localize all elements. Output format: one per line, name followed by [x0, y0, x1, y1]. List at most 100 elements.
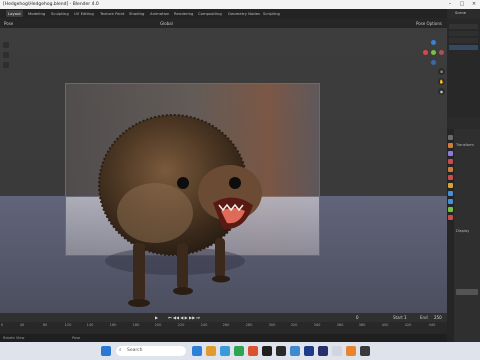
taskbar-app-icon[interactable] [262, 346, 272, 356]
render-tab-icon[interactable] [448, 143, 453, 148]
tab-animation[interactable]: Animation [148, 10, 171, 17]
taskbar-app-icon[interactable] [318, 346, 328, 356]
view-layer-tab-icon[interactable] [448, 159, 453, 164]
tab-geometry-nodes[interactable]: Geometry Nodes [226, 10, 262, 17]
status-center-text: Pose [72, 336, 81, 340]
status-left-text: Rotate View [3, 336, 25, 340]
taskbar-app-icon[interactable] [234, 346, 244, 356]
tab-uv-editing[interactable]: UV Editing [72, 10, 96, 17]
tab-rendering[interactable]: Rendering [172, 10, 195, 17]
scene-tab-icon[interactable] [448, 167, 453, 172]
viewport-header: Pose Global Pose Options [0, 18, 447, 28]
play-icon[interactable]: ▶ [155, 315, 158, 320]
ruler-tick: 420 [404, 323, 412, 327]
ruler-tick: 380 [358, 323, 366, 327]
ruler-tick: 40 [19, 323, 25, 327]
workspace-bar: Layout Modeling Sculpting UV Editing Tex… [0, 9, 480, 18]
timeline-editor[interactable]: ▶ ⏮ ◀◀ ◀ ▶ ▶▶ ⏭ 0 Start 1 End 250 0 40 8… [0, 313, 447, 334]
outliner-row[interactable] [449, 24, 478, 29]
physics-tab-icon[interactable] [448, 199, 453, 204]
end-label: End [420, 315, 428, 320]
taskbar-app-icon[interactable] [332, 346, 342, 356]
ruler-tick: 120 [64, 323, 72, 327]
windows-start-icon[interactable] [101, 346, 111, 356]
pose-options-button[interactable]: Pose Options [416, 21, 442, 26]
properties-tabs [447, 129, 454, 342]
playback-controls[interactable]: ⏮ ◀◀ ◀ ▶ ▶▶ ⏭ [168, 315, 200, 320]
tab-shading[interactable]: Shading [127, 10, 146, 17]
taskbar-app-icon[interactable] [192, 346, 202, 356]
start-frame-field[interactable]: 1 [404, 315, 407, 320]
scene-label[interactable]: Scene [455, 11, 466, 15]
orientation-dropdown[interactable]: Global [160, 21, 173, 26]
outliner-row[interactable] [449, 31, 478, 36]
select-tool-icon[interactable] [3, 42, 9, 48]
taskbar-search[interactable]: ⌕ Search [116, 346, 186, 356]
tab-texture-paint[interactable]: Texture Paint [98, 10, 127, 17]
y-axis-icon[interactable] [431, 50, 436, 55]
cursor-tool-icon[interactable] [3, 52, 9, 58]
tab-layout[interactable]: Layout [6, 10, 23, 17]
close-icon[interactable]: × [468, 0, 480, 9]
3d-viewport[interactable]: ⊕ ✋ ◉ [0, 28, 447, 313]
hedgehog-model[interactable] [95, 93, 275, 313]
ruler-tick: 300 [268, 323, 276, 327]
ruler-tick: 360 [336, 323, 344, 327]
search-placeholder: Search [127, 348, 143, 353]
ruler-tick: 80 [42, 323, 48, 327]
window-titlebar: [Hedgehog\Hedgehog.blend] - Blender 4.0 [0, 0, 480, 9]
outliner-row[interactable] [449, 38, 478, 43]
properties-section-label[interactable]: Display [456, 229, 469, 233]
timeline-ruler[interactable]: 0 40 80 120 140 160 180 200 220 240 260 … [0, 323, 447, 329]
taskbar-app-icon[interactable] [206, 346, 216, 356]
navigation-gizmo[interactable] [421, 40, 445, 66]
ruler-tick: 160 [109, 323, 117, 327]
hand-icon[interactable]: ✋ [438, 78, 445, 85]
x-axis-icon[interactable] [423, 50, 428, 55]
taskbar-app-icon[interactable] [248, 346, 258, 356]
tool-tab-icon[interactable] [448, 135, 453, 140]
modifier-tab-icon[interactable] [448, 191, 453, 196]
start-label: Start [393, 315, 403, 320]
data-tab-icon[interactable] [448, 207, 453, 212]
properties-field[interactable] [456, 289, 478, 295]
world-tab-icon[interactable] [448, 175, 453, 180]
taskbar-app-icon[interactable] [276, 346, 286, 356]
window-title: [Hedgehog\Hedgehog.blend] - Blender 4.0 [3, 2, 99, 7]
taskbar-app-icon[interactable] [360, 346, 370, 356]
current-frame-field[interactable]: 0 [356, 315, 359, 320]
ruler-tick: 340 [313, 323, 321, 327]
outliner[interactable] [447, 18, 480, 118]
camera-icon[interactable]: ◉ [438, 88, 445, 95]
properties-editor[interactable]: Transform Display [447, 129, 480, 342]
taskbar-app-icon[interactable] [220, 346, 230, 356]
ruler-tick: 180 [132, 323, 140, 327]
neg-x-axis-icon[interactable] [439, 50, 444, 55]
ruler-tick: 280 [245, 323, 253, 327]
move-tool-icon[interactable] [3, 62, 9, 68]
tab-modeling[interactable]: Modeling [26, 10, 47, 17]
properties-section-label[interactable]: Transform [456, 143, 474, 147]
taskbar-app-icon[interactable] [290, 346, 300, 356]
neg-z-axis-icon[interactable] [431, 60, 436, 65]
ruler-tick: 440 [428, 323, 436, 327]
search-icon: ⌕ [119, 348, 122, 353]
ruler-tick: 200 [154, 323, 162, 327]
mode-dropdown[interactable]: Pose [4, 21, 13, 26]
blender-icon[interactable] [346, 346, 356, 356]
maximize-icon[interactable]: □ [456, 0, 468, 9]
output-tab-icon[interactable] [448, 151, 453, 156]
right-panel: Scene Transform Display [447, 9, 480, 342]
tab-compositing[interactable]: Compositing [196, 10, 224, 17]
taskbar-app-icon[interactable] [304, 346, 314, 356]
minimize-icon[interactable]: – [444, 0, 456, 9]
z-axis-icon[interactable] [431, 40, 436, 45]
tab-scripting[interactable]: Scripting [261, 10, 282, 17]
tab-sculpting[interactable]: Sculpting [49, 10, 71, 17]
outliner-row-selected[interactable] [449, 45, 478, 50]
material-tab-icon[interactable] [448, 215, 453, 220]
object-tab-icon[interactable] [448, 183, 453, 188]
zoom-icon[interactable]: ⊕ [438, 68, 445, 75]
timeline-header: ▶ ⏮ ◀◀ ◀ ▶ ▶▶ ⏭ 0 Start 1 End 250 [0, 313, 447, 322]
end-frame-field[interactable]: 250 [434, 315, 442, 320]
